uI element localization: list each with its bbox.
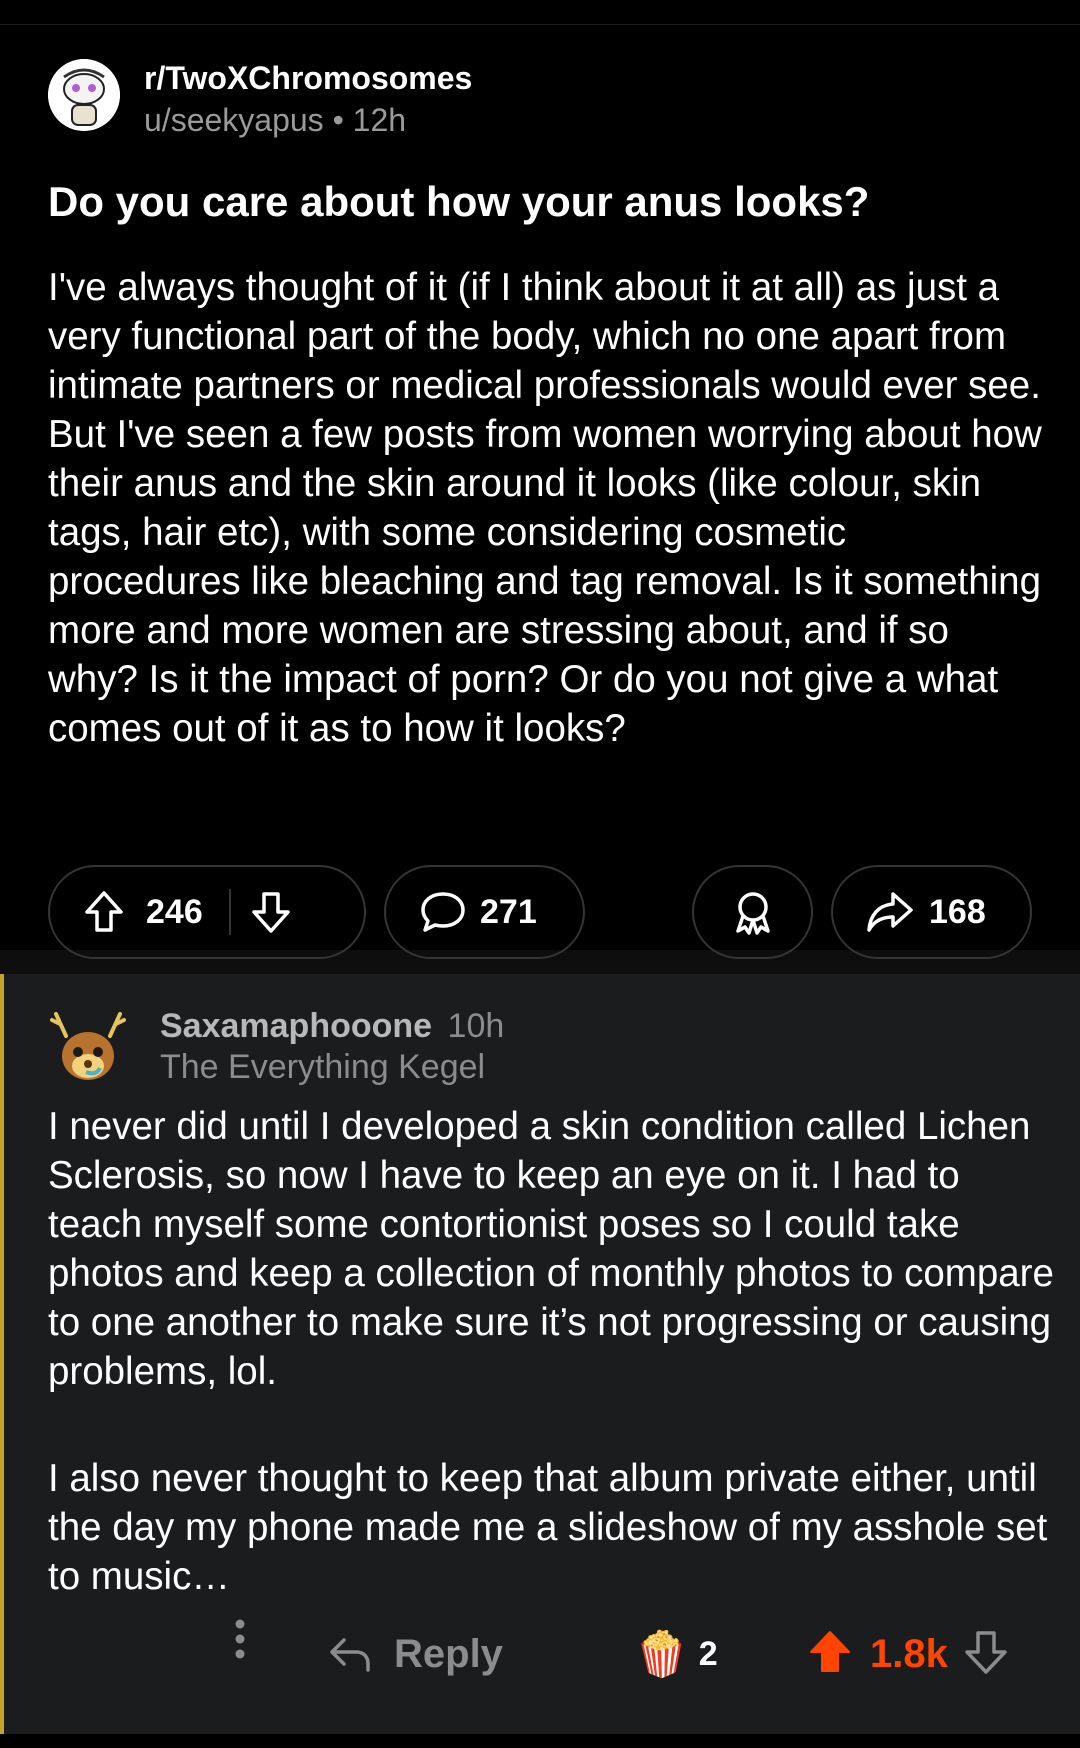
user-flair: The Everything Kegel (160, 1048, 486, 1086)
popcorn-award-icon: 🍿 (634, 1630, 689, 1679)
share-button[interactable]: 168 (831, 865, 1032, 959)
comment-paragraph: I also never thought to keep that album … (48, 1457, 1048, 1598)
comment: Saxamaphooone 10h The Everything Kegel I… (0, 974, 1080, 1734)
deer-avatar-icon (50, 1012, 126, 1080)
upvote-active-icon[interactable] (808, 1629, 852, 1680)
subreddit-name[interactable]: r/TwoXChromosomes (144, 59, 472, 97)
comment-meta: Saxamaphooone 10h The Everything Kegel (160, 1006, 504, 1088)
post: r/TwoXChromosomes u/seekyapus • 12h Do y… (0, 25, 1080, 959)
vote-separator (228, 889, 231, 935)
post-actions: 246 271 168 (0, 865, 1080, 963)
comment-vote: 1.8k (808, 1614, 1008, 1694)
subreddit-avatar[interactable] (48, 59, 120, 131)
award-button[interactable] (692, 865, 813, 959)
post-meta: r/TwoXChromosomes u/seekyapus • 12h (144, 59, 472, 143)
comment-body: I never did until I developed a skin con… (48, 1102, 1058, 1659)
comment-actions: Reply 🍿 2 1.8k (4, 1614, 1080, 1694)
more-options-icon[interactable] (234, 1618, 246, 1660)
upvote-icon[interactable] (84, 890, 124, 934)
post-score: 246 (146, 892, 203, 931)
downvote-icon[interactable] (251, 890, 291, 934)
award-icon (731, 889, 775, 935)
share-count: 168 (929, 892, 986, 931)
post-age: 12h (352, 102, 407, 138)
post-author-line: u/seekyapus • 12h (144, 97, 472, 143)
comment-header: Saxamaphooone 10h The Everything Kegel (48, 1006, 504, 1088)
comment-age: 10h (447, 1007, 505, 1045)
downvote-icon[interactable] (964, 1629, 1008, 1680)
reply-button[interactable]: Reply (328, 1614, 503, 1694)
share-icon (865, 890, 915, 934)
reply-label: Reply (394, 1631, 503, 1676)
comment-score: 1.8k (870, 1631, 948, 1676)
comments-button[interactable]: 271 (384, 865, 585, 959)
post-title[interactable]: Do you care about how your anus looks? (48, 175, 1038, 229)
award-count: 2 (698, 1634, 718, 1673)
bottom-strip (0, 1734, 1080, 1748)
comment-awards[interactable]: 🍿 2 (634, 1614, 718, 1694)
comment-user-line: Saxamaphooone 10h (160, 1006, 504, 1046)
top-divider (0, 0, 1080, 25)
snoo-avatar-icon (48, 59, 120, 131)
comment-bubble-icon (420, 890, 466, 934)
post-body: I've always thought of it (if I think ab… (48, 266, 1042, 750)
post-author[interactable]: u/seekyapus (144, 102, 324, 138)
comment-paragraph: I never did until I developed a skin con… (48, 1105, 1054, 1393)
reply-arrow-icon (330, 1638, 370, 1672)
vote-pill: 246 (48, 865, 366, 959)
comment-count: 271 (480, 892, 537, 931)
comment-avatar[interactable] (48, 1006, 128, 1086)
meta-separator: • (332, 102, 344, 138)
comment-author[interactable]: Saxamaphooone (160, 1007, 432, 1045)
post-header: r/TwoXChromosomes u/seekyapus • 12h (48, 59, 472, 143)
